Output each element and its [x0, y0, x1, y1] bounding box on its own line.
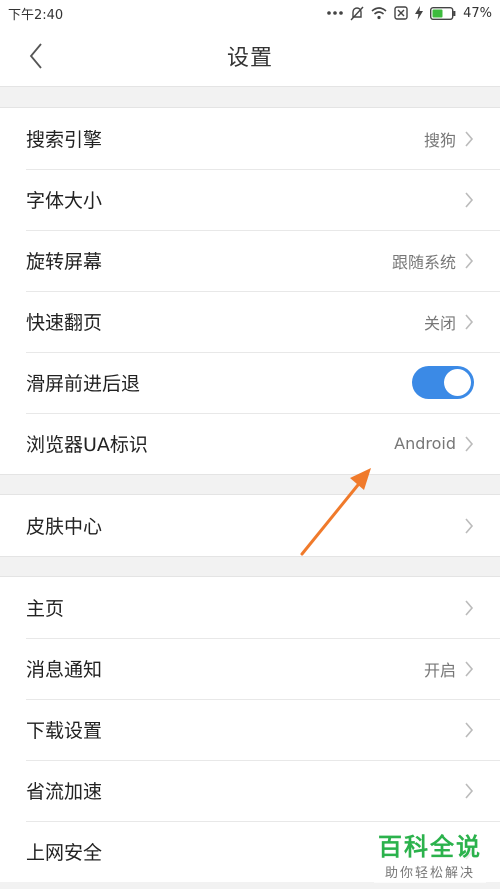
watermark-title: 百科全说: [378, 833, 482, 861]
back-button[interactable]: [18, 38, 54, 74]
watermark-subtitle: 助你轻松解决: [384, 866, 475, 881]
setting-data-saver[interactable]: 省流加速: [0, 760, 500, 821]
page-title: 设置: [226, 46, 273, 71]
setting-label: 下载设置: [26, 720, 103, 742]
chevron-right-icon: [465, 130, 474, 147]
chevron-right-icon: [465, 599, 474, 616]
chevron-right-icon: [465, 782, 474, 799]
setting-value: 搜狗: [423, 130, 456, 150]
setting-browser-ua[interactable]: 浏览器UA标识 Android: [0, 413, 500, 474]
setting-label: 消息通知: [26, 659, 103, 681]
setting-skin-center[interactable]: 皮肤中心: [0, 495, 500, 556]
setting-label: 快速翻页: [26, 312, 103, 334]
battery-percent: 47%: [463, 5, 492, 21]
setting-value: 关闭: [423, 313, 456, 333]
setting-search-engine[interactable]: 搜索引擎 搜狗: [0, 108, 500, 169]
back-chevron-icon: [29, 43, 42, 69]
section-gap: [0, 556, 500, 577]
setting-value: Android: [394, 434, 456, 453]
setting-label: 字体大小: [26, 190, 103, 212]
chevron-right-icon: [465, 435, 474, 452]
setting-fast-page-turn[interactable]: 快速翻页 关闭: [0, 291, 500, 352]
setting-label: 滑屏前进后退: [26, 373, 141, 395]
setting-notifications[interactable]: 消息通知 开启: [0, 638, 500, 699]
status-time: 下午2:40: [8, 7, 64, 23]
setting-label: 旋转屏幕: [26, 251, 103, 273]
more-dots-icon: [327, 10, 343, 16]
watermark: 百科全说 助你轻松解决: [374, 825, 486, 883]
setting-label: 主页: [26, 598, 65, 620]
section-gap: [0, 474, 500, 495]
toggle-knob: [444, 369, 471, 396]
chevron-right-icon: [465, 252, 474, 269]
mute-bell-icon: [350, 6, 364, 21]
chevron-right-icon: [465, 721, 474, 738]
chevron-right-icon: [465, 191, 474, 208]
setting-label: 上网安全: [26, 842, 103, 864]
chevron-right-icon: [465, 517, 474, 534]
setting-label: 浏览器UA标识: [26, 434, 148, 456]
setting-font-size[interactable]: 字体大小: [0, 169, 500, 230]
battery-icon: [430, 6, 456, 20]
setting-label: 皮肤中心: [26, 516, 103, 538]
setting-homepage[interactable]: 主页: [0, 577, 500, 638]
chevron-right-icon: [465, 660, 474, 677]
setting-label: 搜索引擎: [26, 129, 103, 151]
setting-value: 跟随系统: [391, 252, 456, 272]
setting-swipe-navigation: 滑屏前进后退: [0, 352, 500, 413]
settings-group-general: 搜索引擎 搜狗 字体大小 旋转屏幕 跟随系统 快速翻页 关闭 滑屏前进后退 浏览…: [0, 108, 500, 474]
setting-download[interactable]: 下载设置: [0, 699, 500, 760]
settings-group-skin: 皮肤中心: [0, 495, 500, 556]
app-header: 设置: [0, 26, 500, 86]
status-icons: 47%: [327, 6, 492, 21]
setting-label: 省流加速: [26, 781, 103, 803]
chevron-right-icon: [465, 313, 474, 330]
wifi-icon: [371, 6, 387, 20]
setting-screen-rotation[interactable]: 旋转屏幕 跟随系统: [0, 230, 500, 291]
swipe-navigation-toggle[interactable]: [412, 366, 474, 399]
setting-value: 开启: [423, 660, 456, 680]
section-gap: [0, 86, 500, 108]
charging-icon: [415, 6, 424, 20]
no-sim-icon: [394, 6, 408, 20]
status-bar: 下午2:40 47%: [0, 0, 500, 26]
